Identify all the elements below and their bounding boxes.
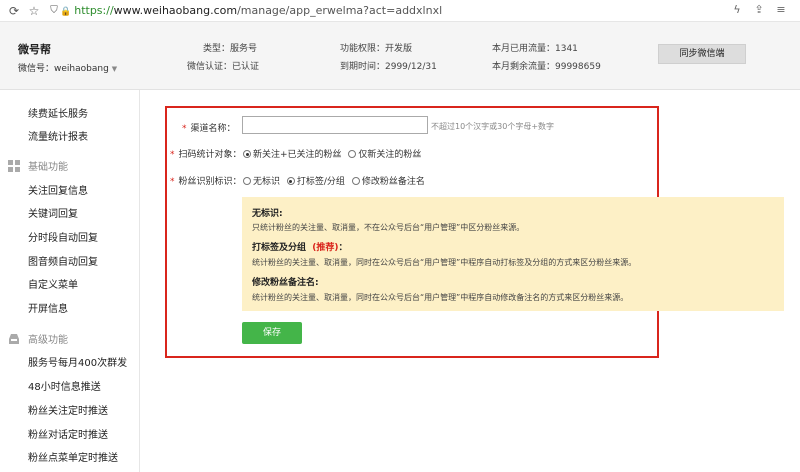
note-tag-title: 打标签及分组 (推荐)： [252, 243, 348, 253]
sidebar-section-advanced[interactable]: 高级功能 [8, 331, 68, 346]
permission-level: 功能权限：开发版 [340, 44, 413, 54]
radio-selected-icon[interactable] [286, 177, 295, 185]
month-used-traffic: 本月已用流量：1341 [492, 44, 578, 54]
sidebar-item-follow-reply[interactable]: 关注回复信息 [28, 182, 88, 197]
fan-id-label: * 粉丝识别标识： [170, 177, 242, 187]
lightning-icon[interactable]: ϟ [730, 3, 744, 16]
expire-date: 到期时间：2999/12/31 [340, 62, 437, 72]
fan-option-none[interactable]: 无标识 [243, 177, 280, 187]
refresh-icon[interactable]: ⟳ [6, 3, 22, 19]
note-none-title: 无标识: [252, 209, 283, 219]
star-icon[interactable]: ☆ [26, 3, 42, 19]
sidebar: 续费延长服务 流量统计报表 基础功能 关注回复信息 关键词回复 分时段自动回复 … [0, 90, 140, 472]
sidebar-item-chat-push[interactable]: 粉丝对话定时推送 [28, 426, 108, 441]
brand-title: 微号帮 [18, 43, 51, 56]
sidebar-section-basic[interactable]: 基础功能 [8, 158, 68, 173]
address-bar[interactable]: 🔒 https://www.weihaobang.com/manage/app_e… [60, 4, 442, 17]
sync-wechat-button[interactable]: 同步微信端 [658, 44, 746, 64]
menu-icon[interactable]: ≡ [774, 3, 788, 16]
lock-icon: 🔒 [60, 7, 72, 17]
sidebar-item-splash-info[interactable]: 开屏信息 [28, 300, 68, 315]
inbox-icon [8, 333, 20, 345]
fan-id-options: 无标识 打标签/分组 修改粉丝备注名 [243, 174, 429, 187]
chevron-down-icon: ▼ [111, 65, 118, 73]
sidebar-item-media-reply[interactable]: 图音频自动回复 [28, 253, 98, 268]
sidebar-item-renew[interactable]: 续费延长服务 [28, 105, 88, 120]
radio-icon[interactable] [243, 177, 251, 185]
scan-target-label: * 扫码统计对象： [170, 150, 242, 160]
radio-icon[interactable] [348, 150, 357, 158]
account-header: 微号帮 微信号：weihaobang ▼ 类型：服务号 微信认证：已认证 功能权限… [0, 22, 800, 90]
grid-icon [8, 160, 20, 172]
note-none-text: 只统计粉丝的关注量、取消量，不在公众号后台“用户管理”中区分粉丝来源。 [252, 223, 525, 232]
sidebar-item-follow-push[interactable]: 粉丝关注定时推送 [28, 402, 108, 417]
sidebar-item-timed-reply[interactable]: 分时段自动回复 [28, 229, 98, 244]
sidebar-item-traffic-report[interactable]: 流量统计报表 [28, 128, 88, 143]
scan-option-all[interactable]: 新关注+已关注的粉丝 [243, 150, 342, 160]
account-type: 类型：服务号 [203, 44, 258, 54]
radio-selected-icon[interactable] [243, 150, 251, 158]
channel-name-input[interactable] [242, 116, 428, 134]
sidebar-item-48h-push[interactable]: 48小时信息推送 [28, 378, 101, 393]
share-icon[interactable]: ⇪ [752, 3, 766, 16]
fan-option-tag[interactable]: 打标签/分组 [286, 177, 345, 187]
sidebar-item-custom-menu[interactable]: 自定义菜单 [28, 276, 78, 291]
sidebar-item-keyword-reply[interactable]: 关键词回复 [28, 205, 78, 220]
account-selector[interactable]: 微信号：weihaobang ▼ [18, 61, 117, 74]
channel-name-label: * 渠道名称： [182, 124, 236, 134]
month-left-traffic: 本月剩余流量：99998659 [492, 62, 601, 72]
sidebar-item-menu-push[interactable]: 粉丝点菜单定时推送 [28, 449, 118, 464]
scan-option-new[interactable]: 仅新关注的粉丝 [348, 150, 421, 160]
save-button[interactable]: 保存 [242, 322, 302, 344]
fan-option-remark[interactable]: 修改粉丝备注名 [351, 177, 425, 187]
note-remark-text: 统计粉丝的关注量、取消量，同时在公众号后台“用户管理”中程序自动修改备注名的方式… [252, 293, 629, 302]
note-tag-text: 统计粉丝的关注量、取消量，同时在公众号后台“用户管理”中程序自动打标签及分组的方… [252, 258, 637, 267]
scan-target-options: 新关注+已关注的粉丝 仅新关注的粉丝 [243, 147, 425, 160]
note-remark-title: 修改粉丝备注名: [252, 278, 319, 288]
radio-icon[interactable] [351, 177, 360, 185]
browser-toolbar: ⟳ ☆ ⛉ 🔒 https://www.weihaobang.com/manage… [0, 0, 800, 22]
verify-status: 微信认证：已认证 [187, 62, 260, 72]
channel-name-hint: 不超过10个汉字或30个字母+数字 [431, 122, 555, 131]
sidebar-item-mass-send[interactable]: 服务号每月400次群发 [28, 354, 127, 369]
